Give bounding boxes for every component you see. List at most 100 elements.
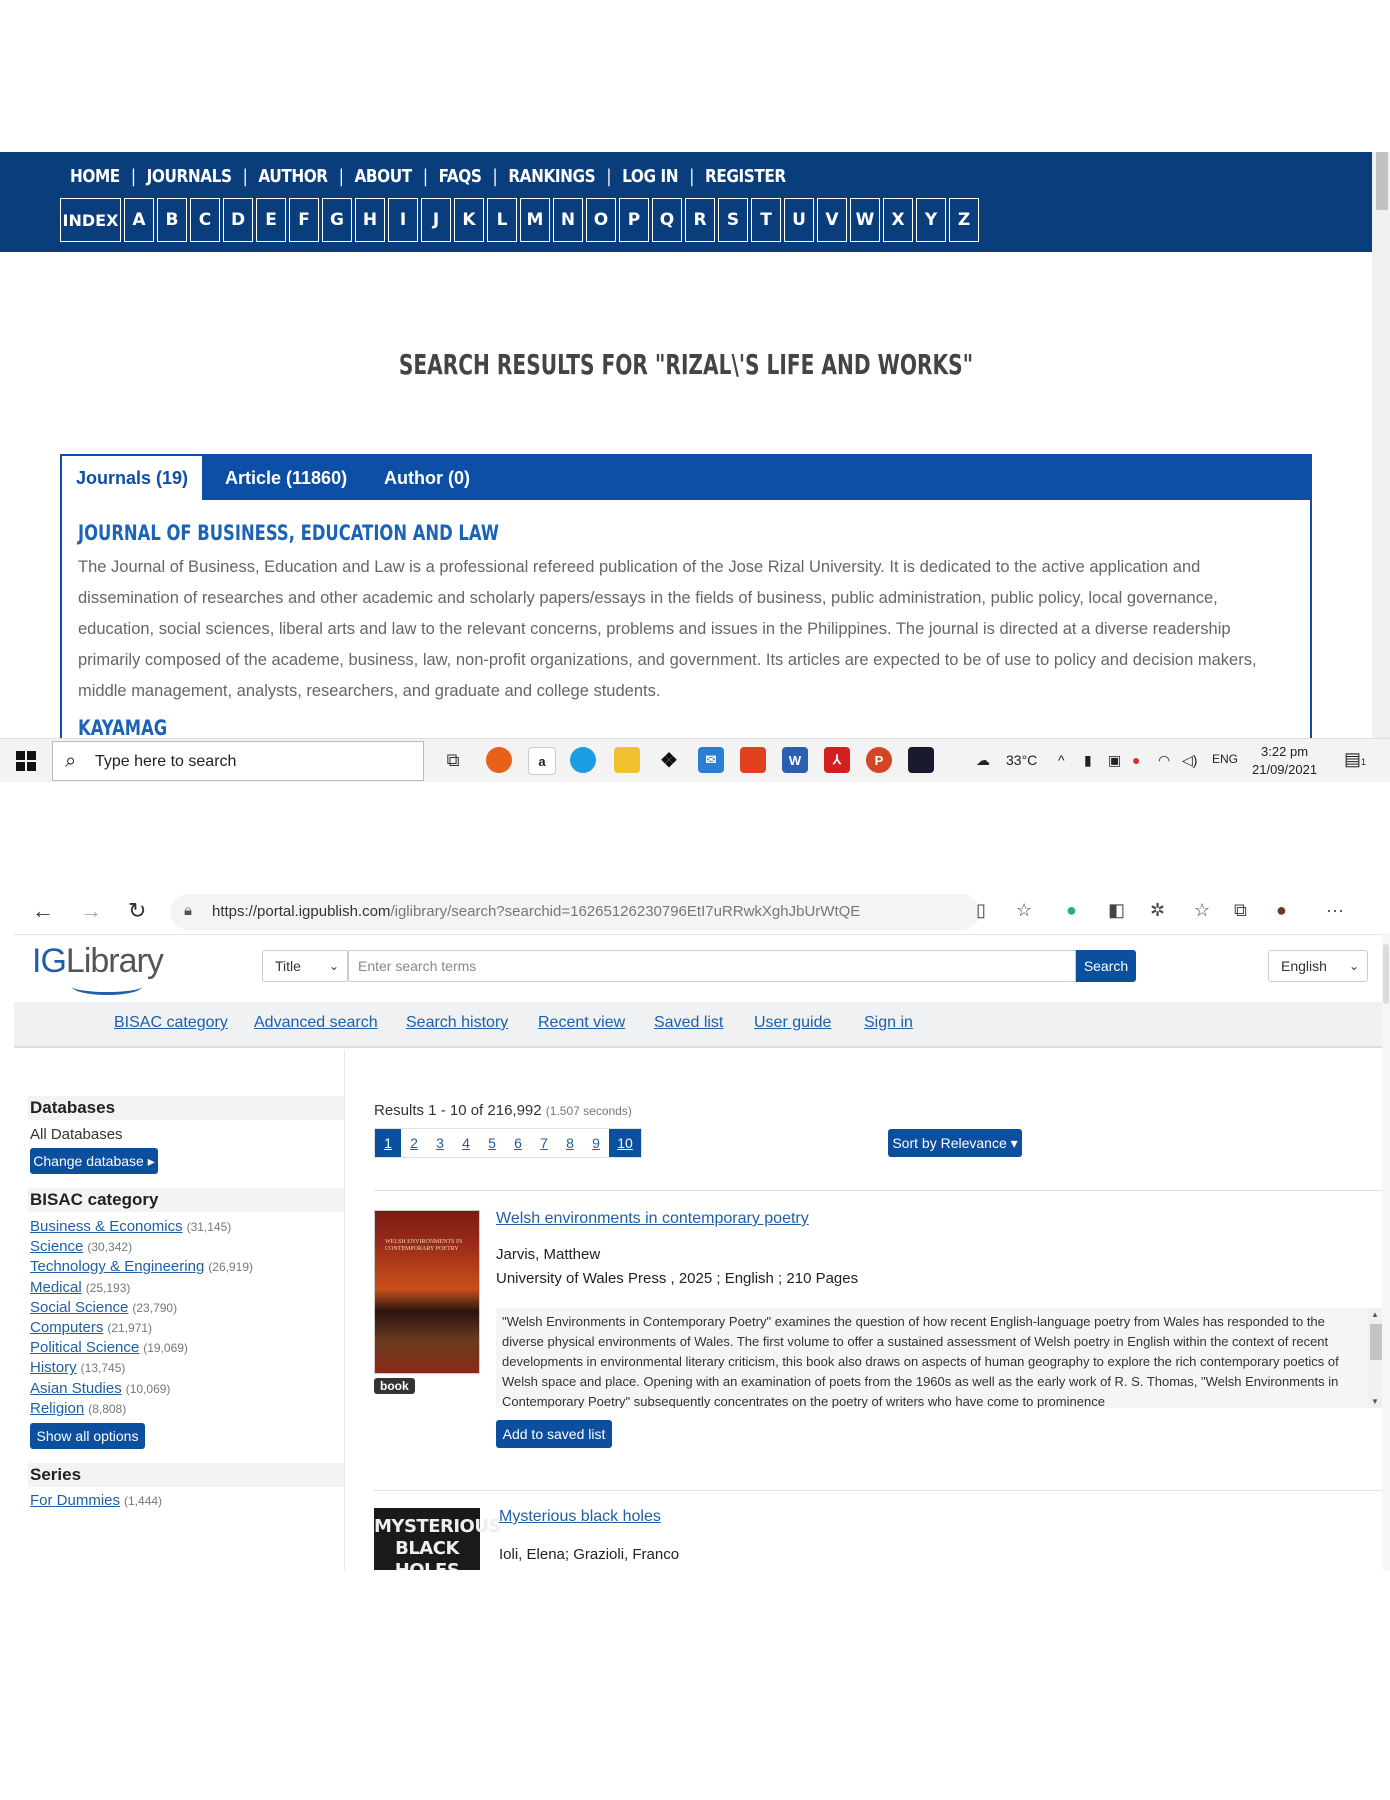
taskbar-search-box[interactable]: ⌕ Type here to search <box>52 741 424 781</box>
bisac-category-item[interactable]: Social Science (23,790) <box>30 1299 177 1316</box>
page-scrollbar[interactable] <box>1382 934 1390 1570</box>
menu-register[interactable]: REGISTER <box>705 166 786 187</box>
task-view-icon[interactable]: ⧉ <box>440 747 466 773</box>
search-input[interactable]: Enter search terms <box>348 950 1076 982</box>
bisac-category-item[interactable]: Religion (8,808) <box>30 1400 126 1417</box>
index-letter-f[interactable]: F <box>289 198 319 242</box>
refresh-icon[interactable]: ↻ <box>128 898 146 924</box>
bisac-category-item[interactable]: Technology & Engineering (26,919) <box>30 1258 253 1275</box>
sort-dropdown-button[interactable]: Sort by Relevance ▾ <box>888 1129 1022 1157</box>
show-all-options-button[interactable]: Show all options <box>30 1423 145 1449</box>
menu-home[interactable]: HOME <box>70 166 120 187</box>
index-letter-e[interactable]: E <box>256 198 286 242</box>
tab-journals[interactable]: Journals (19) <box>62 456 203 502</box>
link-search-history[interactable]: Search history <box>406 1014 508 1032</box>
bisac-category-item[interactable]: Medical (25,193) <box>30 1279 130 1296</box>
index-letter-k[interactable]: K <box>454 198 484 242</box>
page-link-9[interactable]: 9 <box>583 1129 609 1157</box>
link-recent-view[interactable]: Recent view <box>538 1014 625 1032</box>
notification-icon[interactable]: ▤1 <box>1344 749 1366 770</box>
index-letter-m[interactable]: M <box>520 198 550 242</box>
bisac-category-item[interactable]: History (13,745) <box>30 1359 125 1376</box>
favorites-icon[interactable]: ☆ <box>1194 900 1210 921</box>
result-title-link[interactable]: Welsh environments in contemporary poetr… <box>496 1210 809 1228</box>
menu-login[interactable]: LOG IN <box>622 166 678 187</box>
weather-icon[interactable]: ☁ <box>976 752 990 769</box>
index-letter-u[interactable]: U <box>784 198 814 242</box>
iglibrary-logo[interactable]: IGLibrary <box>32 942 164 995</box>
extensions-icon[interactable]: ✲ <box>1150 900 1165 921</box>
page-link-6[interactable]: 6 <box>505 1129 531 1157</box>
journal-title-link[interactable]: JOURNAL OF BUSINESS, EDUCATION AND LAW <box>78 521 499 545</box>
page-link-1[interactable]: 1 <box>375 1129 401 1157</box>
link-bisac-category[interactable]: BISAC category <box>114 1014 228 1032</box>
grammarly-icon[interactable]: ● <box>1066 900 1077 921</box>
powerpoint-icon[interactable]: P <box>866 747 892 773</box>
index-letter-r[interactable]: R <box>685 198 715 242</box>
index-letter-c[interactable]: C <box>190 198 220 242</box>
change-database-button[interactable]: Change database ▸ <box>30 1148 158 1174</box>
language-select[interactable]: English ⌄ <box>1268 950 1368 982</box>
windows-start-icon[interactable] <box>16 751 36 771</box>
menu-author[interactable]: AUTHOR <box>258 166 328 187</box>
tab-article[interactable]: Article (11860) <box>225 456 347 500</box>
page-link-5[interactable]: 5 <box>479 1129 505 1157</box>
index-letter-h[interactable]: H <box>355 198 385 242</box>
link-sign-in[interactable]: Sign in <box>864 1014 913 1032</box>
onedrive-icon[interactable]: ● <box>1132 752 1140 768</box>
firefox-icon[interactable] <box>486 747 512 773</box>
page-link-8[interactable]: 8 <box>557 1129 583 1157</box>
index-letter-i[interactable]: I <box>388 198 418 242</box>
menu-faqs[interactable]: FAQS <box>439 166 482 187</box>
index-letter-q[interactable]: Q <box>652 198 682 242</box>
profile-avatar[interactable]: ● <box>1276 900 1287 921</box>
index-letter-d[interactable]: D <box>223 198 253 242</box>
series-item[interactable]: For Dummies (1,444) <box>30 1492 162 1509</box>
tray-app-icon[interactable]: ▣ <box>1108 752 1121 769</box>
book-cover-image[interactable]: MYSTERIOUS BLACK HOLES <box>374 1508 501 1570</box>
index-letter-t[interactable]: T <box>751 198 781 242</box>
temperature-label[interactable]: 33°C <box>1006 752 1037 768</box>
link-user-guide[interactable]: User guide <box>754 1014 831 1032</box>
index-letter-y[interactable]: Y <box>916 198 946 242</box>
bisac-category-item[interactable]: Science (30,342) <box>30 1238 132 1255</box>
index-letter-n[interactable]: N <box>553 198 583 242</box>
index-letter-a[interactable]: A <box>124 198 154 242</box>
collections-icon[interactable]: ⧉ <box>1234 900 1247 921</box>
page-link-4[interactable]: 4 <box>453 1129 479 1157</box>
more-menu-icon[interactable]: ··· <box>1326 900 1344 921</box>
index-letter-g[interactable]: G <box>322 198 352 242</box>
page-link-3[interactable]: 3 <box>427 1129 453 1157</box>
index-letter-p[interactable]: P <box>619 198 649 242</box>
page-scrollbar[interactable]: ▼ <box>1372 152 1390 782</box>
edge-icon[interactable] <box>570 747 596 773</box>
bisac-category-item[interactable]: Asian Studies (10,069) <box>30 1380 170 1397</box>
chevron-up-icon[interactable]: ^ <box>1058 752 1065 768</box>
journal-title-link[interactable]: KAYAMAG <box>78 716 167 740</box>
menu-about[interactable]: ABOUT <box>355 166 413 187</box>
index-letter-w[interactable]: W <box>850 198 880 242</box>
index-button[interactable]: INDEX <box>60 198 121 242</box>
book-cover-image[interactable]: WELSH ENVIRONMENTS IN CONTEMPORARY POETR… <box>374 1210 480 1374</box>
menu-journals[interactable]: JOURNALS <box>147 166 232 187</box>
volume-icon[interactable]: ◁) <box>1182 752 1197 769</box>
index-letter-o[interactable]: O <box>586 198 616 242</box>
search-button[interactable]: Search <box>1076 950 1136 982</box>
link-saved-list[interactable]: Saved list <box>654 1014 723 1032</box>
bisac-category-item[interactable]: Political Science (19,069) <box>30 1339 188 1356</box>
add-favorite-icon[interactable]: ☆ <box>1016 900 1032 921</box>
amazon-icon[interactable]: a <box>528 747 556 775</box>
acrobat-icon[interactable]: ⅄ <box>824 747 850 773</box>
search-field-select[interactable]: Title ⌄ <box>262 950 348 982</box>
bisac-category-item[interactable]: Computers (21,971) <box>30 1319 152 1336</box>
wifi-icon[interactable]: ◠ <box>1158 752 1170 769</box>
tab-author[interactable]: Author (0) <box>384 456 470 500</box>
add-to-saved-list-button[interactable]: Add to saved list <box>496 1420 612 1448</box>
microphone-icon[interactable]: ▮ <box>1084 752 1092 769</box>
language-indicator[interactable]: ENG <box>1212 752 1238 766</box>
forward-icon[interactable]: → <box>80 898 102 924</box>
office-icon[interactable] <box>740 747 766 773</box>
index-letter-v[interactable]: V <box>817 198 847 242</box>
page-link-10[interactable]: 10 <box>609 1129 641 1157</box>
index-letter-s[interactable]: S <box>718 198 748 242</box>
